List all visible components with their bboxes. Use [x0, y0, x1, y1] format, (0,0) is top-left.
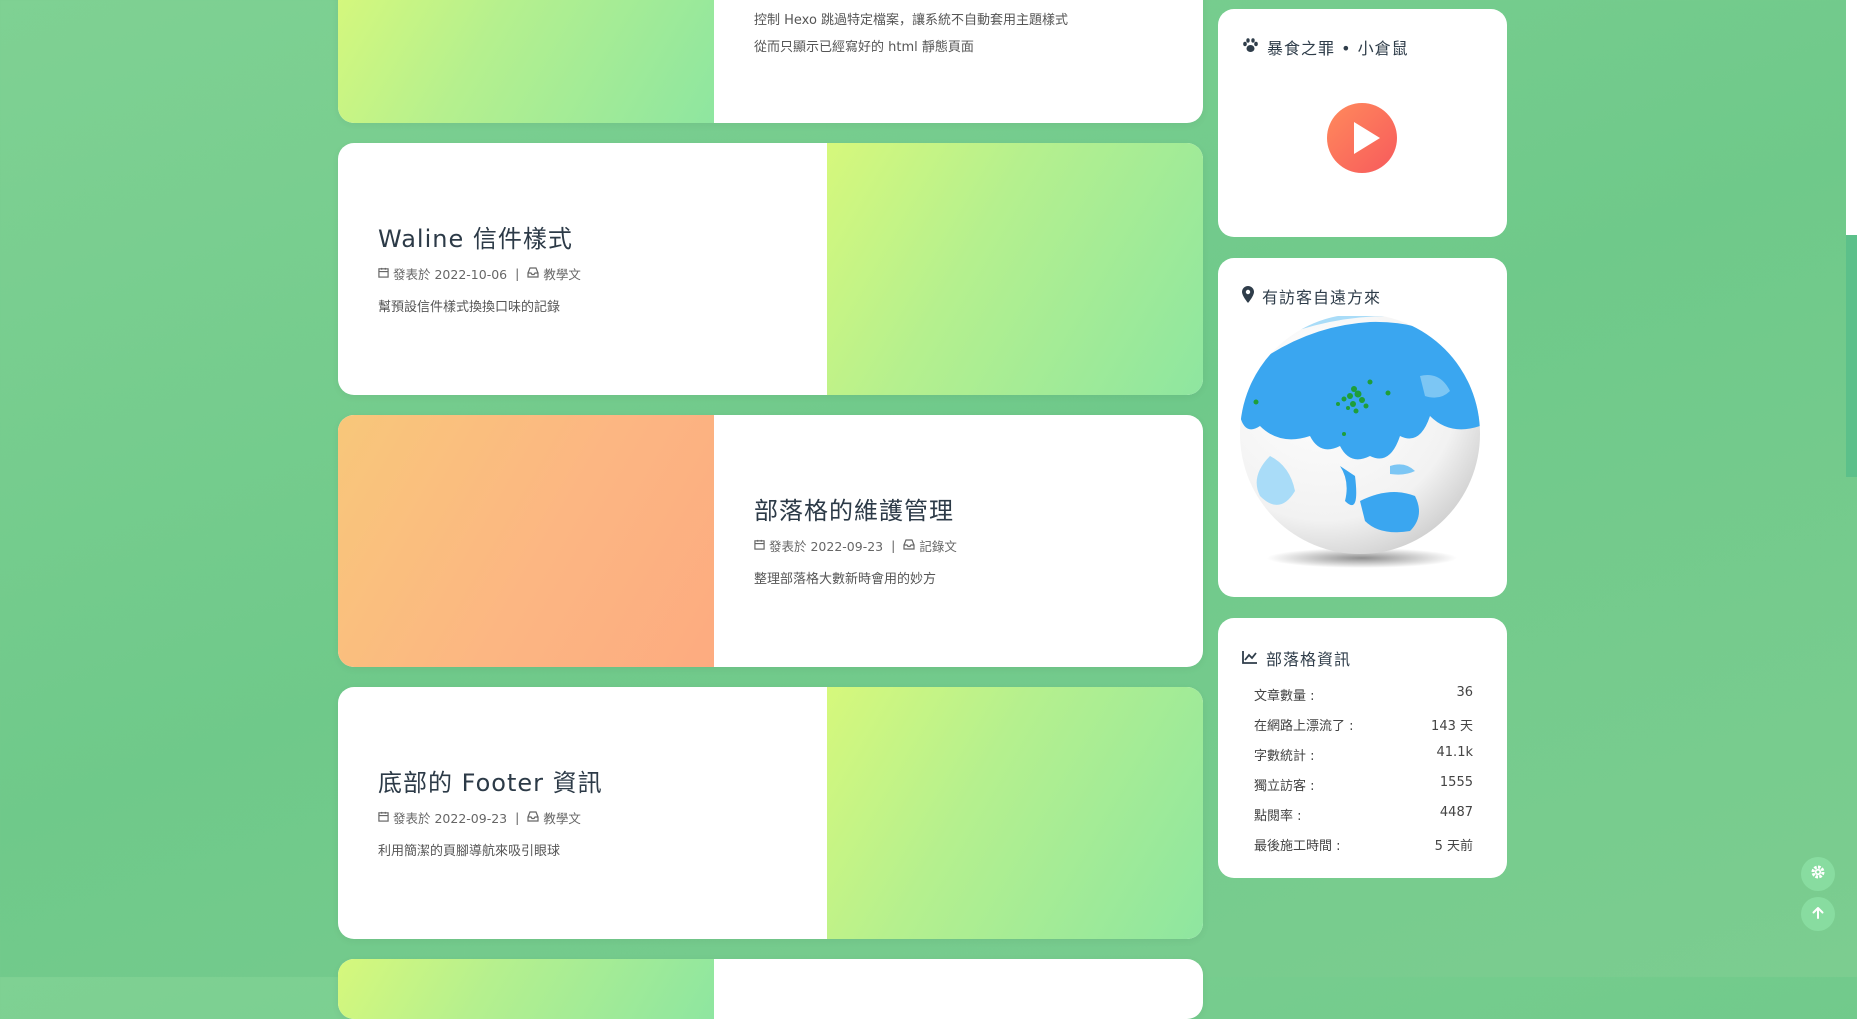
stat-row: 在網路上漂流了 : 143 天: [1254, 715, 1473, 734]
stat-value: 5 天前: [1434, 839, 1473, 854]
post-card[interactable]: Waline 信件樣式 發表於 2022-10-06 | 教學文 幫預設信件樣式…: [338, 143, 1203, 395]
post-date: 發表於 2022-09-23: [393, 811, 508, 826]
line-chart-icon: [1242, 649, 1258, 668]
stat-label: 文章數量 :: [1254, 689, 1315, 704]
post-description-line2: 從而只顯示已經寫好的 html 靜態頁面: [754, 40, 974, 55]
post-category[interactable]: 教學文: [543, 264, 581, 283]
map-marker-icon: [1242, 285, 1254, 307]
stat-value: 1555: [1439, 775, 1473, 790]
stat-row: 點閱率 : 4487: [1254, 805, 1473, 824]
calendar-icon: [754, 539, 765, 553]
back-to-top-button[interactable]: [1801, 897, 1835, 931]
scrollbar-track: [1846, 0, 1857, 235]
inbox-icon: [903, 538, 915, 553]
post-date: 發表於 2022-10-06: [393, 267, 508, 282]
meta-separator: |: [515, 266, 520, 281]
post-category[interactable]: 教學文: [543, 808, 581, 827]
post-cover-image[interactable]: [338, 959, 714, 1019]
arrow-up-icon: [1811, 905, 1825, 924]
play-button[interactable]: [1327, 103, 1397, 173]
globe-widget-header: 有訪客自遠方來: [1242, 284, 1381, 308]
post-cover-image[interactable]: [338, 415, 714, 667]
meta-separator: |: [515, 810, 520, 825]
post-meta: 發表於 2022-10-06 | 教學文: [378, 264, 581, 283]
stat-row: 文章數量 : 36: [1254, 685, 1473, 704]
stat-label: 在網路上漂流了 :: [1254, 719, 1354, 734]
post-info: Waline 信件樣式 發表於 2022-10-06 | 教學文 幫預設信件樣式…: [378, 143, 827, 395]
post-card[interactable]: 部落格的維護管理 發表於 2022-09-23 | 記錄文 整理部落格大數新時會…: [338, 415, 1203, 667]
stat-label: 字數統計 :: [1254, 749, 1315, 764]
post-description: 利用簡潔的頁腳導航來吸引眼球: [378, 844, 561, 859]
stat-label: 最後施工時間 :: [1254, 839, 1341, 854]
calendar-icon: [378, 811, 389, 825]
post-date: 發表於 2022-09-23: [769, 539, 884, 554]
post-info: 部落格的維護管理 發表於 2022-09-23 | 記錄文 整理部落格大數新時會…: [754, 415, 1203, 667]
scrollbar-thumb[interactable]: [1846, 235, 1857, 477]
post-title[interactable]: 部落格的維護管理: [754, 491, 954, 526]
post-cover-image[interactable]: [827, 687, 1203, 939]
music-widget-title: 暴食之罪 • 小倉鼠: [1267, 39, 1409, 58]
visitor-globe-widget: 有訪客自遠方來: [1218, 258, 1507, 597]
settings-button[interactable]: [1801, 857, 1835, 891]
music-widget: 暴食之罪 • 小倉鼠: [1218, 9, 1507, 237]
post-category[interactable]: 記錄文: [919, 536, 957, 555]
stat-label: 獨立訪客 :: [1254, 779, 1315, 794]
stats-widget-title: 部落格資訊: [1266, 650, 1352, 669]
post-card[interactable]: [338, 959, 1203, 1019]
blog-stats-widget: 部落格資訊 文章數量 : 36 在網路上漂流了 : 143 天 字數統計 : 4…: [1218, 618, 1507, 878]
post-cover-image[interactable]: [338, 0, 714, 123]
inbox-icon: [527, 810, 539, 825]
post-cover-image[interactable]: [827, 143, 1203, 395]
post-description: 控制 Hexo 跳過特定檔案，讓系統不自動套用主題樣式: [754, 13, 1069, 28]
visitor-globe[interactable]: [1240, 316, 1485, 576]
post-meta: 發表於 2022-09-23 | 記錄文: [754, 536, 957, 555]
stats-widget-header: 部落格資訊: [1242, 646, 1351, 670]
post-card[interactable]: 底部的 Footer 資訊 發表於 2022-09-23 | 教學文 利用簡潔的…: [338, 687, 1203, 939]
post-description: 整理部落格大數新時會用的妙方: [754, 572, 937, 587]
meta-separator: |: [891, 538, 896, 553]
gear-icon: [1810, 864, 1826, 884]
post-description: 幫預設信件樣式換換口味的記錄: [378, 300, 561, 315]
post-title[interactable]: Waline 信件樣式: [378, 219, 573, 254]
stat-value: 4487: [1439, 805, 1473, 820]
stat-value: 143 天: [1431, 719, 1473, 734]
post-meta: 發表於 2022-09-23 | 教學文: [378, 808, 581, 827]
stat-row: 最後施工時間 : 5 天前: [1254, 835, 1473, 854]
post-info: 底部的 Footer 資訊 發表於 2022-09-23 | 教學文 利用簡潔的…: [378, 687, 827, 939]
stat-row: 字數統計 : 41.1k: [1254, 745, 1473, 764]
inbox-icon: [527, 266, 539, 281]
post-card[interactable]: 控制 Hexo 跳過特定檔案，讓系統不自動套用主題樣式 從而只顯示已經寫好的 h…: [338, 0, 1203, 123]
stat-label: 點閱率 :: [1254, 809, 1302, 824]
stat-row: 獨立訪客 : 1555: [1254, 775, 1473, 794]
calendar-icon: [378, 267, 389, 281]
post-title[interactable]: 底部的 Footer 資訊: [378, 763, 603, 798]
globe-widget-title: 有訪客自遠方來: [1262, 288, 1382, 307]
music-widget-header: 暴食之罪 • 小倉鼠: [1242, 35, 1409, 59]
stat-value: 36: [1456, 685, 1473, 700]
stat-value: 41.1k: [1436, 745, 1473, 760]
paw-icon: [1242, 37, 1259, 57]
